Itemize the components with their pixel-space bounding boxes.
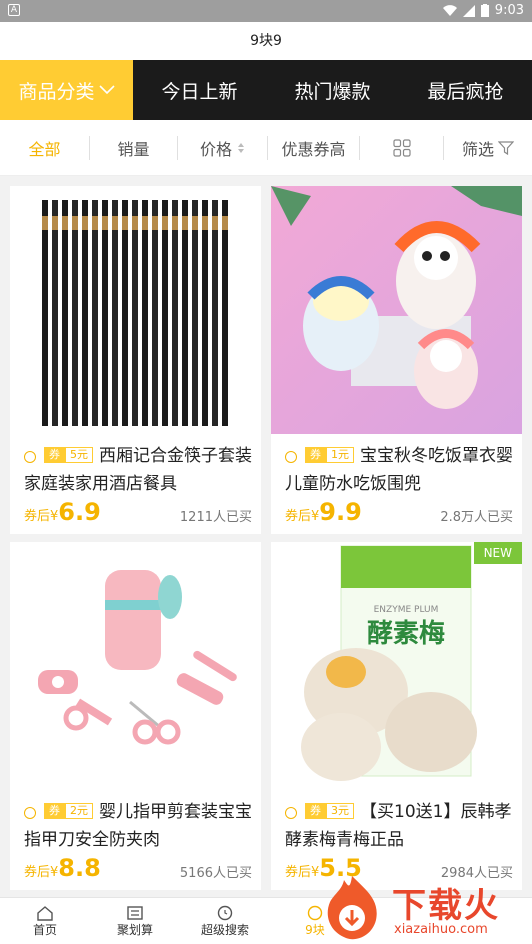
- sort-sales[interactable]: 销量: [90, 135, 178, 160]
- grid-icon: [392, 138, 411, 157]
- sort-bar: 全部 销量 价格 优惠券高 筛选: [0, 120, 532, 176]
- product-card[interactable]: 券 2元 婴儿指甲剪套装宝宝指甲刀安全防夹肉 券后¥8.8 5166人已买: [10, 542, 261, 890]
- tab-hot[interactable]: 热门爆款: [266, 60, 399, 120]
- nav-home[interactable]: 首页: [0, 898, 90, 944]
- category-tabs: 商品分类 今日上新 热门爆款 最后疯抢: [0, 60, 532, 120]
- notification-icon: A: [8, 4, 20, 16]
- filter-icon: [498, 140, 514, 155]
- sold-count: 1211人已买: [179, 510, 252, 525]
- sold-count: 5166人已买: [179, 866, 252, 881]
- signal-icon: [462, 4, 475, 17]
- product-image-plum: ENZYME PLUM 酵素梅 NEW: [271, 542, 522, 790]
- svg-text:ENZYME PLUM: ENZYME PLUM: [374, 605, 439, 615]
- layout-toggle[interactable]: [360, 135, 444, 160]
- clock: 9:03: [494, 3, 524, 18]
- flame-icon: [327, 876, 377, 940]
- svg-text:酵素梅: 酵素梅: [367, 618, 445, 649]
- tab-last-rush[interactable]: 最后疯抢: [399, 60, 532, 120]
- price-label: 券后¥: [285, 509, 320, 524]
- sold-count: 2.8万人已买: [440, 510, 513, 525]
- product-card[interactable]: ENZYME PLUM 酵素梅 NEW 券 3元 【买10送1】辰韩孝酵素梅青梅正品…: [271, 542, 522, 890]
- price-label: 券后¥: [24, 865, 59, 880]
- new-badge: NEW: [473, 542, 522, 564]
- search-icon: [217, 905, 233, 920]
- coupon-badge: 券 1元: [305, 447, 354, 463]
- product-image-bibs: [271, 186, 522, 434]
- sort-coupon[interactable]: 优惠券高: [268, 135, 360, 160]
- price-label: 券后¥: [24, 509, 59, 524]
- nav-super-search[interactable]: 超级搜索: [180, 898, 270, 944]
- tab-category[interactable]: 商品分类: [0, 60, 133, 120]
- shop-icon: [24, 451, 36, 463]
- shop-icon: [24, 807, 36, 819]
- chevron-down-icon: [98, 85, 115, 95]
- shop-icon: [285, 451, 297, 463]
- product-price: 8.8: [58, 854, 101, 882]
- sort-arrows-icon: [238, 142, 244, 153]
- deal-icon: [127, 905, 143, 920]
- watermark-logo: 下载火 xiazaihuo.com: [312, 872, 532, 944]
- product-price: 6.9: [58, 498, 101, 526]
- product-card[interactable]: 券 1元 宝宝秋冬吃饭罩衣婴儿童防水吃饭围兜 券后¥9.9 2.8万人已买: [271, 186, 522, 534]
- coupon-badge: 券 2元: [44, 803, 93, 819]
- shop-icon: [285, 807, 297, 819]
- sort-all[interactable]: 全部: [0, 135, 90, 160]
- filter-button[interactable]: 筛选: [444, 136, 532, 160]
- coupon-badge: 券 5元: [44, 447, 93, 463]
- product-price: 9.9: [319, 498, 362, 526]
- coupon-badge: 券 3元: [305, 803, 354, 819]
- page-title: 9块9: [0, 22, 532, 60]
- tab-new-today[interactable]: 今日上新: [133, 60, 266, 120]
- sort-price[interactable]: 价格: [178, 135, 268, 160]
- battery-icon: [480, 4, 489, 17]
- product-card[interactable]: 券 5元 西厢记合金筷子套装家庭装家用酒店餐具 券后¥6.9 1211人已买: [10, 186, 261, 534]
- nav-deals[interactable]: 聚划算: [90, 898, 180, 944]
- product-image-chopsticks: [10, 186, 261, 434]
- status-bar: A 9:03: [0, 0, 532, 22]
- wifi-icon: [442, 4, 457, 16]
- product-image-nail-kit: [10, 542, 261, 790]
- home-icon: [37, 905, 53, 921]
